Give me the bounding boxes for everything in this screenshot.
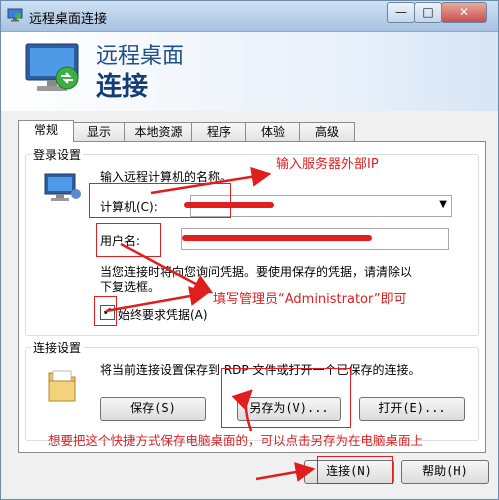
remote-desktop-window: 远程桌面连接 — □ ✕ 远程桌面 连接 常规 显示 本地资源 程序 体验 高级… (0, 0, 499, 500)
arrow-to-ip-note (150, 166, 272, 195)
arrow-to-admin-note (120, 242, 214, 294)
tab-general[interactable]: 常规 (18, 120, 74, 142)
arrow-to-connect (255, 462, 316, 482)
arrow-from-checkbox (105, 286, 210, 313)
arrow-to-save-as (231, 389, 253, 432)
annotation-arrows (105, 166, 316, 482)
